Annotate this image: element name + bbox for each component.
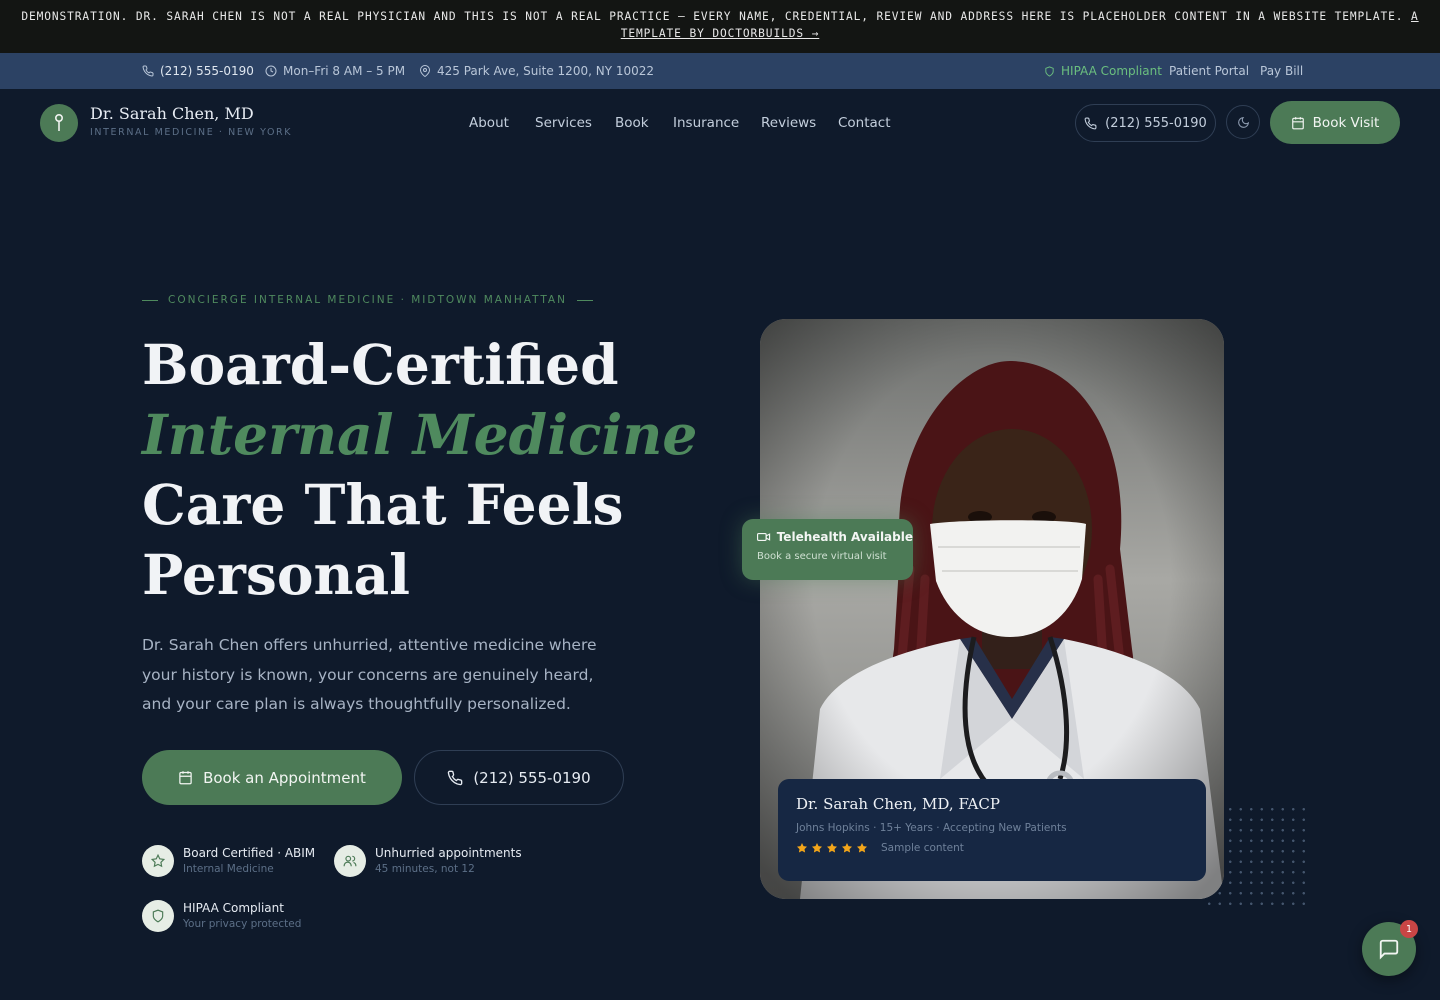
doctor-name: Dr. Sarah Chen, MD, FACP — [796, 795, 1000, 813]
demo-banner: DEMONSTRATION. DR. SARAH CHEN IS NOT A R… — [0, 0, 1440, 53]
nav-about[interactable]: About — [469, 89, 509, 157]
users-icon — [334, 845, 366, 877]
utility-hipaa-text: HIPAA Compliant — [1061, 64, 1162, 78]
rating-note: Sample content — [881, 842, 964, 854]
book-appointment-label: Book an Appointment — [203, 768, 366, 787]
utility-hours: Mon–Fri 8 AM – 5 PM — [265, 53, 405, 89]
stethoscope-logo-icon — [55, 113, 64, 131]
brand-name[interactable]: Dr. Sarah Chen, MD — [90, 104, 254, 123]
telehealth-subtitle: Book a secure virtual visit — [757, 551, 887, 562]
phone-icon — [142, 65, 154, 77]
star-icon — [842, 843, 852, 853]
nav-phone-button[interactable]: (212) 555-0190 — [1075, 104, 1216, 142]
headline-line-1: Board-Certified — [142, 332, 619, 397]
message-square-icon — [1379, 939, 1399, 960]
pay-bill-link[interactable]: Pay Bill — [1260, 53, 1303, 89]
utility-address: 425 Park Ave, Suite 1200, NY 10022 — [419, 53, 654, 89]
moon-icon — [1237, 116, 1249, 128]
nav-insurance[interactable]: Insurance — [673, 89, 739, 157]
nav-phone-text: (212) 555-0190 — [1105, 115, 1207, 131]
utility-phone[interactable]: (212) 555-0190 — [142, 53, 254, 89]
hero-eyebrow: CONCIERGE INTERNAL MEDICINE · MIDTOWN MA… — [142, 294, 593, 306]
star-icon — [142, 845, 174, 877]
hero-headline: Board-Certified Internal Medicine Care T… — [142, 330, 702, 610]
logo[interactable] — [40, 104, 78, 142]
patient-portal-link[interactable]: Patient Portal — [1169, 53, 1249, 89]
chat-unread-count: 1 — [1400, 920, 1418, 938]
nav-contact[interactable]: Contact — [838, 89, 891, 157]
hero-lead: Dr. Sarah Chen offers unhurried, attenti… — [142, 636, 597, 713]
nav-book[interactable]: Book — [615, 89, 649, 157]
phone-icon — [1084, 117, 1097, 129]
headline-line-3: Care That Feels — [142, 472, 624, 537]
headline-line-2: Internal Medicine — [142, 402, 698, 467]
badge-title: HIPAA Compliant — [183, 901, 284, 915]
calendar-icon — [179, 771, 192, 785]
doctor-meta: Johns Hopkins · 15+ Years · Accepting Ne… — [796, 822, 1067, 834]
utility-bar: (212) 555-0190 Mon–Fri 8 AM – 5 PM 425 P… — [0, 53, 1440, 89]
clock-icon — [265, 65, 277, 77]
nav-services[interactable]: Services — [535, 89, 592, 157]
badge-subtitle: Your privacy protected — [183, 918, 302, 930]
telehealth-badge[interactable]: Telehealth Available Book a secure virtu… — [742, 519, 913, 580]
star-icon — [797, 843, 807, 853]
headline-line-4: Personal — [142, 542, 411, 607]
doctor-info-card: Dr. Sarah Chen, MD, FACP Johns Hopkins ·… — [778, 779, 1206, 881]
call-phone-label: (212) 555-0190 — [473, 768, 591, 787]
eyebrow-rule — [142, 299, 158, 301]
star-icon — [812, 843, 822, 853]
badge-subtitle: Internal Medicine — [183, 863, 274, 875]
video-icon — [757, 532, 771, 542]
star-icon — [827, 843, 837, 853]
badge-unhurried: Unhurried appointments 45 minutes, not 1… — [334, 845, 522, 877]
demo-banner-text: DEMONSTRATION. DR. SARAH CHEN IS NOT A R… — [21, 10, 1404, 23]
book-appointment-button[interactable]: Book an Appointment — [142, 750, 402, 805]
book-visit-button[interactable]: Book Visit — [1270, 101, 1400, 144]
utility-hours-text: Mon–Fri 8 AM – 5 PM — [283, 64, 406, 78]
badge-title: Board Certified · ABIM — [183, 846, 316, 860]
badge-board-certified: Board Certified · ABIM Internal Medicine — [142, 845, 315, 877]
phone-icon — [448, 770, 463, 785]
utility-hipaa: HIPAA Compliant — [1044, 53, 1162, 89]
utility-address-text: 425 Park Ave, Suite 1200, NY 10022 — [437, 64, 655, 78]
call-phone-button[interactable]: (212) 555-0190 — [414, 750, 624, 805]
brand-subtitle: INTERNAL MEDICINE · NEW YORK — [90, 127, 293, 138]
chat-button[interactable]: 1 — [1362, 920, 1418, 976]
badge-hipaa: HIPAA Compliant Your privacy protected — [142, 900, 301, 932]
badge-title: Unhurried appointments — [375, 846, 522, 860]
main-nav: Dr. Sarah Chen, MD INTERNAL MEDICINE · N… — [0, 89, 1440, 157]
nav-reviews[interactable]: Reviews — [761, 89, 816, 157]
shield-icon — [1045, 65, 1054, 77]
calendar-icon — [1291, 116, 1304, 129]
rating: Sample content — [796, 842, 1206, 854]
map-pin-icon — [419, 65, 431, 77]
eyebrow-text: CONCIERGE INTERNAL MEDICINE · MIDTOWN MA… — [168, 294, 567, 306]
theme-toggle[interactable] — [1226, 105, 1260, 139]
eyebrow-rule — [576, 299, 593, 301]
utility-phone-text: (212) 555-0190 — [160, 64, 254, 78]
shield-icon — [142, 900, 174, 932]
telehealth-title: Telehealth Available — [776, 530, 913, 544]
badge-subtitle: 45 minutes, not 12 — [375, 863, 475, 875]
book-visit-label: Book Visit — [1312, 114, 1380, 131]
star-icon — [857, 843, 867, 853]
